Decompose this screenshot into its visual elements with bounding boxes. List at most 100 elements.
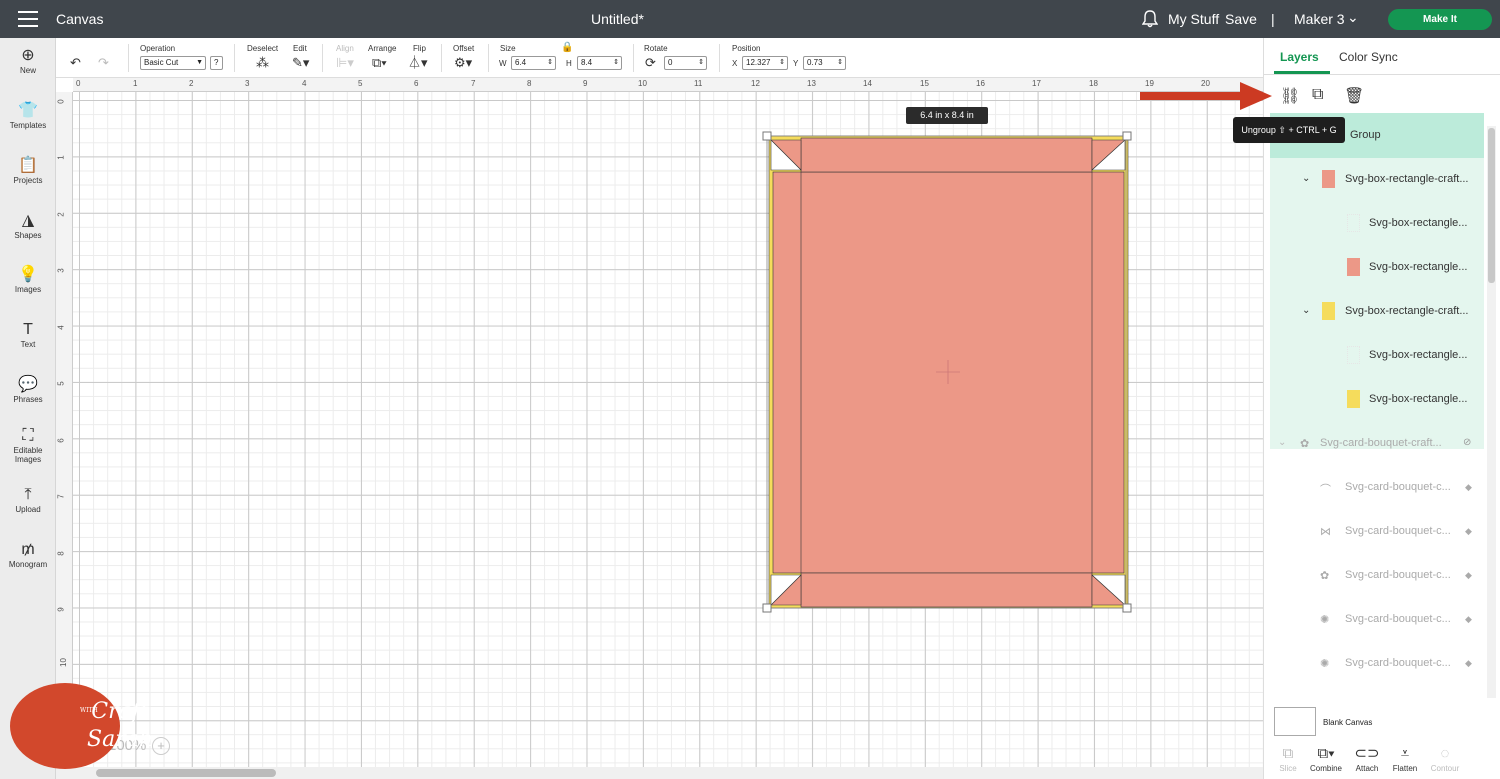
chevron-down-icon[interactable]: ⌄ xyxy=(1347,9,1359,26)
layer-name[interactable]: Svg-card-bouquet-c... xyxy=(1345,657,1451,669)
scrollbar-thumb[interactable] xyxy=(1488,128,1495,283)
chevron-down-icon[interactable]: ⌄ xyxy=(1302,305,1310,316)
chevron-down-icon[interactable]: ⌄ xyxy=(1302,173,1310,184)
layer-swatch[interactable] xyxy=(1347,390,1360,408)
flower-icon: ✺ xyxy=(1320,658,1330,670)
combine-icon: ⧉▾ xyxy=(1317,745,1335,762)
slice-button[interactable]: ⧉ Slice xyxy=(1276,744,1300,773)
eye-hidden-icon[interactable]: ⊘ xyxy=(1463,437,1471,448)
stepper-icon[interactable]: ⇕ xyxy=(613,57,619,69)
my-stuff-link[interactable]: My Stuff xyxy=(1168,11,1219,27)
arrange-icon[interactable]: ⧉▾ xyxy=(372,55,387,71)
duplicate-icon[interactable]: ⧉ xyxy=(1312,86,1323,104)
pen-icon[interactable]: ✎▾ xyxy=(292,55,309,71)
height-input[interactable]: 8.4 ⇕ xyxy=(577,56,622,70)
rotate-input[interactable]: 0 ⇕ xyxy=(664,56,707,70)
resize-handle[interactable] xyxy=(762,603,772,613)
stepper-icon[interactable]: ⇕ xyxy=(837,57,843,69)
layer-swatch[interactable] xyxy=(1347,258,1360,276)
scrollbar-thumb[interactable] xyxy=(96,769,276,777)
layer-swatch[interactable] xyxy=(1322,170,1335,188)
layer-name[interactable]: Svg-box-rectangle-craft... xyxy=(1345,305,1469,317)
box-design[interactable] xyxy=(760,128,1136,616)
horizontal-scrollbar[interactable] xyxy=(56,767,1263,779)
width-input[interactable]: 6.4 ⇕ xyxy=(511,56,556,70)
y-input[interactable]: 0.73 ⇕ xyxy=(803,56,846,70)
layer-name[interactable]: Svg-card-bouquet-c... xyxy=(1345,569,1451,581)
top-flap[interactable] xyxy=(800,137,1093,173)
resize-handle[interactable] xyxy=(1122,603,1132,613)
ruler-tick: 0 xyxy=(56,99,66,104)
box-base-panel[interactable] xyxy=(772,171,1125,574)
layer-name[interactable]: Svg-box-rectangle... xyxy=(1369,349,1467,361)
bell-icon[interactable] xyxy=(1142,10,1158,28)
layer-name[interactable]: Svg-box-rectangle... xyxy=(1369,261,1467,273)
undo-icon[interactable]: ↶ xyxy=(70,55,81,71)
ruler-tick: 8 xyxy=(527,79,532,88)
toolbar-divider xyxy=(322,44,323,72)
left-sidebar: ⊕ New 👕 Templates 📋 Projects ◮ Shapes 💡 Image… xyxy=(0,38,56,779)
hidden-dot-icon: ◆ xyxy=(1465,658,1472,668)
flatten-button[interactable]: ⩡ Flatten xyxy=(1389,744,1421,773)
stepper-icon[interactable]: ⇕ xyxy=(547,57,553,69)
combine-button[interactable]: ⧉▾ Combine xyxy=(1306,744,1346,773)
bottom-flap[interactable] xyxy=(800,572,1093,608)
redo-icon[interactable]: ↷ xyxy=(98,55,109,71)
tab-color-sync[interactable]: Color Sync xyxy=(1339,50,1398,64)
sidebar-item-new[interactable]: ⊕ New xyxy=(0,46,56,75)
machine-select[interactable]: Maker 3 xyxy=(1294,11,1345,27)
sidebar-item-phrases[interactable]: 💬 Phrases xyxy=(0,375,56,404)
lock-icon[interactable]: 🔒 xyxy=(561,42,573,53)
attach-button[interactable]: ⊂⊃ Attach xyxy=(1352,744,1382,773)
deselect-icon[interactable]: ⁂ xyxy=(256,55,269,71)
layer-swatch[interactable] xyxy=(1347,214,1360,232)
layer-name[interactable]: Svg-card-bouquet-c... xyxy=(1345,481,1451,493)
shapes-icon: ◮ xyxy=(21,212,35,229)
layer-name[interactable]: Svg-card-bouquet-c... xyxy=(1345,525,1451,537)
flower-icon: ✺ xyxy=(1320,614,1330,626)
sidebar-item-projects[interactable]: 📋 Projects xyxy=(0,156,56,185)
chevron-down-icon[interactable]: ⌄ xyxy=(1278,437,1286,448)
sidebar-item-editable-images[interactable]: ⛶ Editable Images xyxy=(0,426,56,464)
edit-label: Edit xyxy=(293,44,307,53)
blank-canvas-swatch[interactable] xyxy=(1274,707,1316,736)
sidebar-item-text[interactable]: T Text xyxy=(0,320,56,349)
blank-canvas-label: Blank Canvas xyxy=(1323,718,1373,727)
ruler-tick: 3 xyxy=(245,79,250,88)
ruler-tick: 5 xyxy=(358,79,363,88)
attach-icon: ⊂⊃ xyxy=(1354,745,1380,762)
document-title[interactable]: Untitled* xyxy=(0,11,1235,27)
ungroup-icon[interactable]: ⛓ xyxy=(1280,86,1300,106)
align-icon[interactable]: ⊫▾ xyxy=(336,55,354,71)
layer-swatch[interactable] xyxy=(1347,346,1360,364)
resize-handle[interactable] xyxy=(762,131,772,141)
layer-name[interactable]: Svg-card-bouquet-c... xyxy=(1345,613,1451,625)
make-it-button[interactable]: Make It xyxy=(1388,9,1492,30)
ruler-tick: 17 xyxy=(1032,79,1041,88)
sidebar-item-images[interactable]: 💡 Images xyxy=(0,265,56,294)
sidebar-item-templates[interactable]: 👕 Templates xyxy=(0,101,56,130)
text-icon: T xyxy=(23,321,33,338)
x-input[interactable]: 12.327 ⇕ xyxy=(742,56,788,70)
position-label: Position xyxy=(732,44,761,53)
layer-swatch[interactable] xyxy=(1322,302,1335,320)
help-button[interactable]: ? xyxy=(210,56,223,70)
panel-scrollbar[interactable] xyxy=(1487,126,1496,698)
resize-handle[interactable] xyxy=(1122,131,1132,141)
stepper-icon[interactable]: ⇕ xyxy=(698,57,704,69)
layer-name[interactable]: Svg-box-rectangle... xyxy=(1369,217,1467,229)
contour-button[interactable]: ◌ Contour xyxy=(1427,744,1463,773)
operation-select[interactable]: Basic Cut ▼ xyxy=(140,56,206,70)
save-link[interactable]: Save xyxy=(1225,11,1257,27)
layer-name[interactable]: Svg-box-rectangle-craft... xyxy=(1345,173,1469,185)
layer-name[interactable]: Svg-card-bouquet-craft... xyxy=(1320,437,1442,449)
sidebar-item-upload[interactable]: ⤒ Upload xyxy=(0,485,56,514)
sidebar-item-shapes[interactable]: ◮ Shapes xyxy=(0,211,56,240)
tab-layers[interactable]: Layers xyxy=(1280,50,1319,64)
offset-icon[interactable]: ⚙▾ xyxy=(454,55,472,71)
flip-icon[interactable]: ⏃▾ xyxy=(408,55,428,71)
trash-icon[interactable]: 🗑 xyxy=(1344,86,1364,106)
layer-name[interactable]: Svg-box-rectangle... xyxy=(1369,393,1467,405)
sidebar-item-monogram[interactable]: ₥ Monogram xyxy=(0,540,56,569)
stepper-icon[interactable]: ⇕ xyxy=(779,57,785,69)
